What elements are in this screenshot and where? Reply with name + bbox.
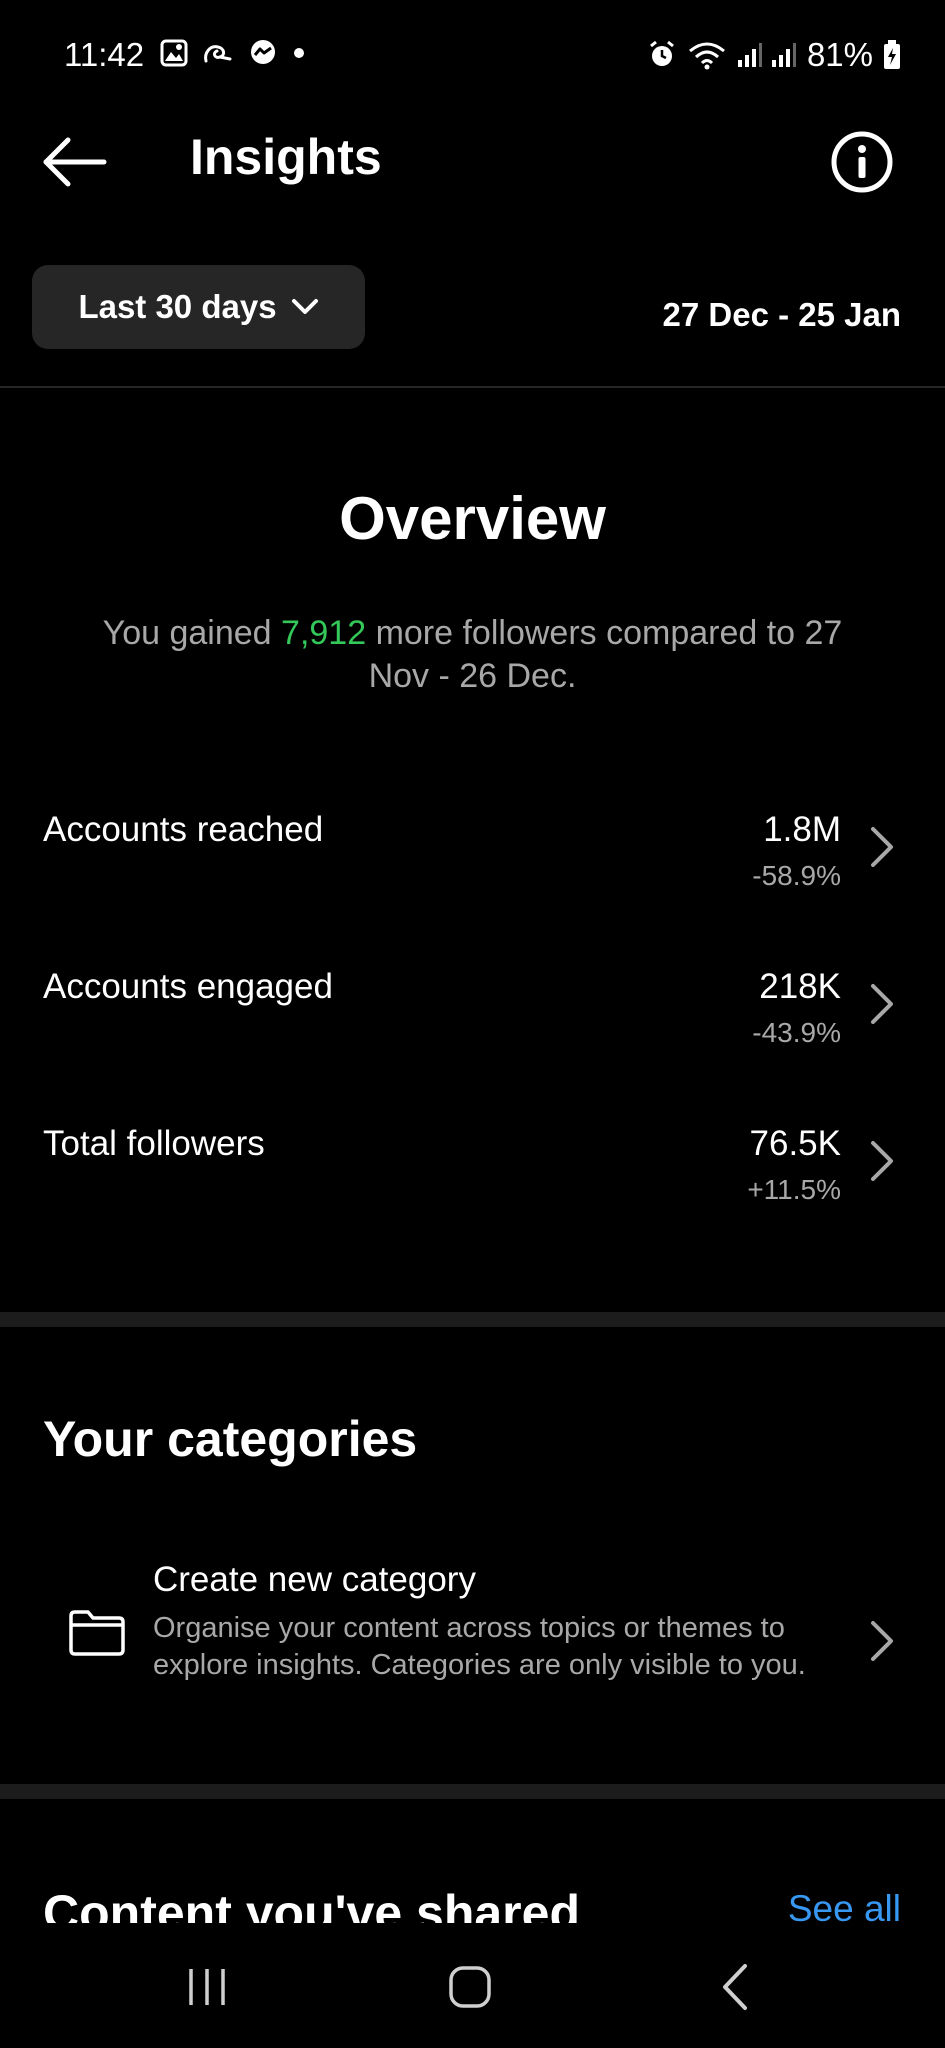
arrow-left-icon[interactable] xyxy=(40,132,110,192)
folder-icon xyxy=(69,1610,125,1656)
metric-change: -58.9% xyxy=(752,860,841,891)
metric-value: 1.8M xyxy=(763,810,841,849)
battery-icon xyxy=(884,40,900,69)
mail-icon xyxy=(204,45,232,63)
messenger-icon xyxy=(251,40,275,64)
alarm-icon xyxy=(650,40,674,66)
create-category-description: Organise your content across topics or t… xyxy=(153,1612,806,1681)
section-divider xyxy=(0,1784,945,1799)
gallery-icon xyxy=(160,39,188,67)
metric-row-total-followers[interactable]: Total followers 76.5K +11.5% xyxy=(0,1124,945,1264)
chevron-right-icon xyxy=(871,1141,893,1181)
followers-gained-value: 7,912 xyxy=(281,614,367,652)
nav-back-icon[interactable] xyxy=(720,1962,750,2012)
wifi-icon xyxy=(688,42,725,70)
metric-row-accounts-engaged[interactable]: Accounts engaged 218K -43.9% xyxy=(0,967,945,1107)
summary-suffix: more followers compared to 27 Nov - 26 D… xyxy=(366,614,843,695)
signal-icon xyxy=(771,43,796,67)
home-icon[interactable] xyxy=(448,1965,492,2009)
metric-change: -43.9% xyxy=(752,1017,841,1048)
divider xyxy=(0,386,945,388)
overview-summary: You gained 7,912 more followers compared… xyxy=(90,612,855,698)
chevron-right-icon xyxy=(871,827,893,867)
status-right: 81% xyxy=(647,36,901,74)
status-time: 11:42 xyxy=(64,36,145,73)
metric-label: Accounts engaged xyxy=(43,967,333,1006)
signal-group xyxy=(737,42,797,68)
metric-label: Accounts reached xyxy=(43,810,324,849)
date-range-dropdown[interactable]: Last 30 days xyxy=(32,265,365,349)
dot-icon xyxy=(294,48,304,58)
chevron-down-icon xyxy=(291,299,318,314)
categories-title: Your categories xyxy=(43,1411,418,1467)
overview-title: Overview xyxy=(339,485,606,552)
content-shared-title: Content you've shared xyxy=(43,1885,580,1923)
page-title: Insights xyxy=(190,129,382,185)
status-bar: 11:42 81% xyxy=(0,0,945,110)
chevron-right-icon xyxy=(871,984,893,1024)
metric-value: 218K xyxy=(759,967,841,1006)
metric-row-accounts-reached[interactable]: Accounts reached 1.8M -58.9% xyxy=(0,810,945,950)
metric-value: 76.5K xyxy=(749,1124,841,1163)
chevron-right-icon xyxy=(871,1621,893,1661)
create-category-title[interactable]: Create new category xyxy=(153,1560,476,1600)
signal-icon xyxy=(737,43,762,67)
battery-percent: 81% xyxy=(806,36,873,73)
date-range-text: 27 Dec - 25 Jan xyxy=(662,296,901,333)
info-icon[interactable] xyxy=(830,130,894,194)
section-divider xyxy=(0,1312,945,1327)
recent-apps-icon[interactable] xyxy=(185,1965,229,2009)
summary-prefix: You gained xyxy=(102,614,282,652)
see-all-link[interactable]: See all xyxy=(788,1888,901,1923)
metric-label: Total followers xyxy=(43,1124,265,1163)
metric-change: +11.5% xyxy=(747,1174,841,1205)
date-range-dropdown-label: Last 30 days xyxy=(78,288,277,325)
content-shared-header: Content you've shared See all xyxy=(0,1880,945,1923)
status-left-icons xyxy=(160,38,306,68)
